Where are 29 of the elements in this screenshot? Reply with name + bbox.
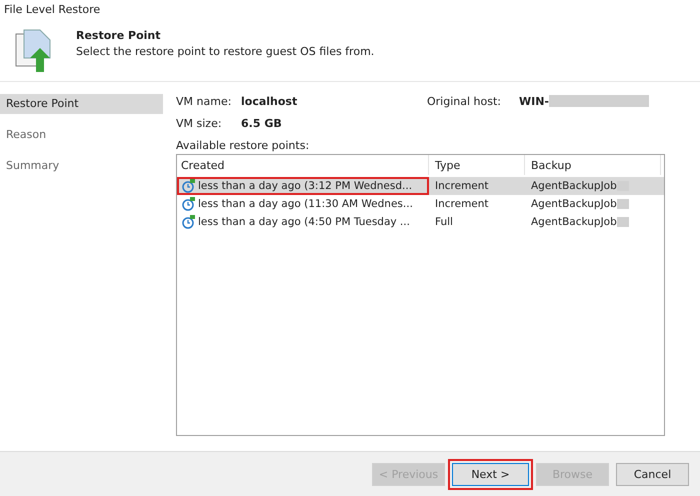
table-row[interactable]: less than a day ago (3:12 PM Wednesd... Increment AgentBackupJob xyxy=(177,177,664,195)
table-row[interactable]: less than a day ago (11:30 AM Wednes... Increment AgentBackupJob xyxy=(177,195,664,213)
vm-size-label: VM size: xyxy=(176,116,223,130)
table-row[interactable]: less than a day ago (4:50 PM Tuesday ... Full AgentBackupJob xyxy=(177,213,664,231)
host-label: Original host: xyxy=(427,94,502,108)
sidebar-item[interactable]: Reason xyxy=(0,125,163,145)
page-title: Restore Point xyxy=(76,29,162,42)
window-title: File Level Restore xyxy=(3,2,102,18)
host-value: WIN- xyxy=(519,94,549,108)
table-cell: less than a day ago (3:12 PM Wednesd... xyxy=(198,180,412,192)
table-cell: Increment xyxy=(435,198,489,210)
table-caption: Available restore points: xyxy=(176,139,310,154)
table-cell: AgentBackupJob xyxy=(531,198,617,210)
table-cell: AgentBackupJob xyxy=(531,216,617,228)
table-cell: Full xyxy=(435,216,453,228)
table-cell: AgentBackupJob xyxy=(531,180,617,192)
column-header[interactable]: Backup xyxy=(525,155,661,175)
table-cell: Increment xyxy=(435,180,489,192)
column-header[interactable]: Type xyxy=(429,155,525,175)
vm-size-value: 6.5 GB xyxy=(241,116,282,130)
dialog-button[interactable]: Cancel xyxy=(616,462,689,486)
vm-name-value: localhost xyxy=(241,94,298,108)
table-cell: less than a day ago (11:30 AM Wednes... xyxy=(198,198,413,210)
column-header[interactable]: Created xyxy=(177,155,429,175)
vm-name-label: VM name: xyxy=(176,94,232,108)
sidebar-item[interactable]: Summary xyxy=(0,156,163,176)
table-cell: less than a day ago (4:50 PM Tuesday ... xyxy=(198,216,410,228)
sidebar-item[interactable]: Restore Point xyxy=(0,94,163,114)
page-subtitle: Select the restore point to restore guest OS files from. xyxy=(76,45,374,58)
